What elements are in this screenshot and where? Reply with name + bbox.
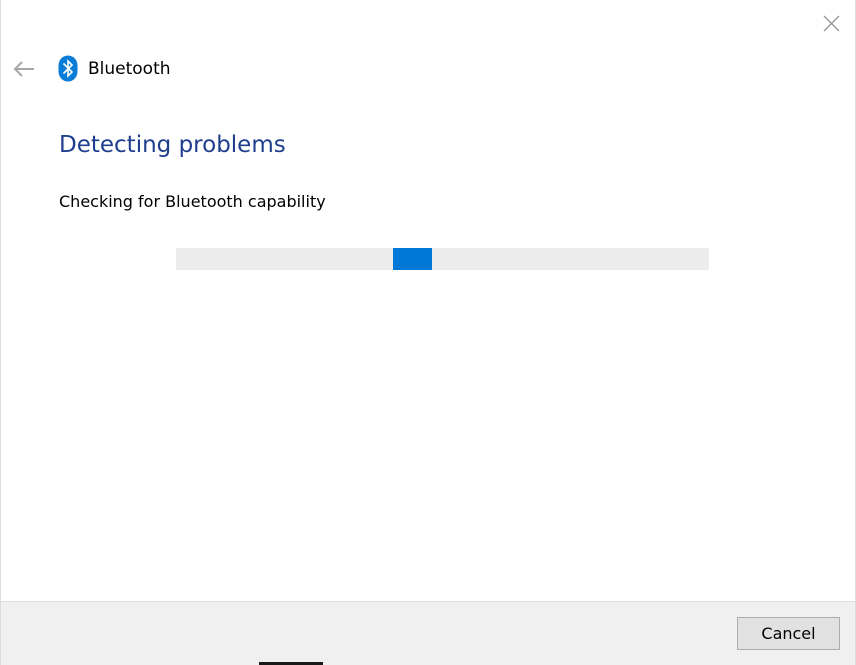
progress-bar bbox=[176, 248, 709, 270]
cancel-button[interactable]: Cancel bbox=[737, 617, 840, 650]
back-arrow-icon bbox=[13, 61, 34, 77]
app-title: Bluetooth bbox=[88, 59, 171, 79]
close-button[interactable] bbox=[813, 6, 849, 38]
status-text: Checking for Bluetooth capability bbox=[59, 192, 326, 211]
troubleshooter-window: Bluetooth Detecting problems Checking fo… bbox=[0, 0, 856, 665]
footer-bar: Cancel bbox=[1, 601, 855, 665]
close-icon bbox=[823, 15, 840, 32]
page-heading: Detecting problems bbox=[59, 132, 286, 158]
bluetooth-icon bbox=[58, 55, 78, 82]
back-button[interactable] bbox=[7, 54, 41, 84]
progress-indicator bbox=[393, 248, 432, 270]
